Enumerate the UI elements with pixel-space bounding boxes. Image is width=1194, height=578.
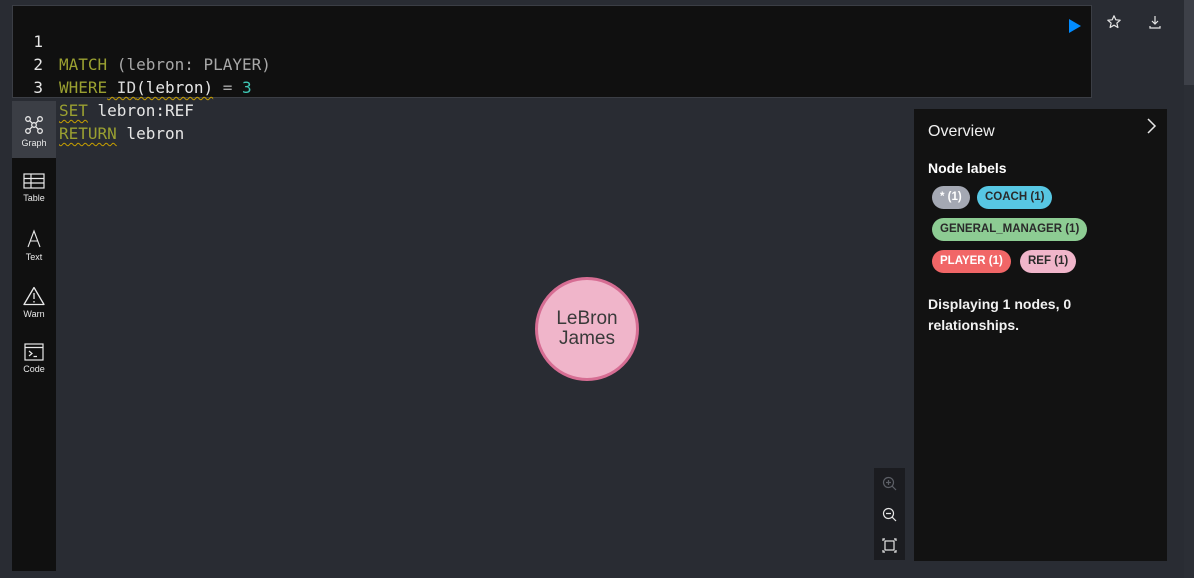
keyword: WHERE — [59, 78, 108, 97]
result-summary: Displaying 1 nodes, 0 relationships. — [928, 296, 1072, 333]
label-chip-general-manager[interactable]: GENERAL_MANAGER (1) — [932, 218, 1088, 241]
code-line: 4 RETURN lebron — [13, 76, 184, 143]
view-tab-label: Table — [23, 193, 45, 203]
code-text: (lebron) — [136, 78, 214, 97]
label-chip-player[interactable]: PLAYER (1) — [932, 250, 1011, 273]
function-name: ID — [107, 78, 137, 97]
view-tab-code[interactable]: Code — [12, 329, 56, 386]
star-icon[interactable] — [1106, 14, 1122, 30]
table-icon — [23, 173, 45, 189]
run-icon[interactable] — [1068, 18, 1082, 34]
operator: = — [213, 78, 243, 97]
view-tab-label: Warn — [23, 309, 45, 319]
view-tab-table[interactable]: Table — [12, 158, 56, 215]
view-tab-label: Graph — [21, 138, 47, 148]
text-icon — [27, 229, 41, 248]
number-literal: 3 — [242, 78, 252, 97]
view-switcher: Graph Table Text Warn Code — [12, 101, 56, 571]
keyword: MATCH — [59, 55, 108, 74]
zoom-controls — [874, 468, 905, 560]
page-edge — [1184, 85, 1194, 578]
view-tab-graph[interactable]: Graph — [12, 101, 56, 158]
graph-icon — [25, 116, 43, 134]
code-line: 1 MATCH (lebron: PLAYER) — [13, 7, 271, 74]
code-icon — [24, 343, 44, 361]
graph-node[interactable]: LeBron James — [535, 277, 639, 381]
code-line: 2 WHERE ID(lebron) = 3 — [13, 30, 251, 97]
download-icon[interactable] — [1147, 14, 1163, 30]
view-tab-text[interactable]: Text — [12, 215, 56, 272]
code-text: (lebron: PLAYER) — [107, 55, 271, 74]
zoom-in-icon[interactable] — [882, 476, 897, 491]
view-tab-label: Code — [23, 364, 45, 374]
scrollbar-track[interactable] — [1184, 0, 1194, 85]
view-tab-label: Text — [25, 252, 43, 262]
warning-icon — [23, 286, 45, 306]
overview-panel: Overview Node labels * (1) COACH (1) GEN… — [914, 109, 1167, 561]
zoom-out-icon[interactable] — [882, 507, 897, 522]
view-tab-warn[interactable]: Warn — [12, 272, 56, 329]
node-labels-heading: Node labels — [928, 160, 1007, 176]
label-chip-coach[interactable]: COACH (1) — [977, 186, 1053, 209]
query-editor[interactable]: 1 MATCH (lebron: PLAYER) 2 WHERE ID(lebr… — [12, 5, 1092, 143]
chevron-right-icon[interactable] — [1145, 117, 1157, 135]
fit-to-screen-icon[interactable] — [882, 538, 897, 553]
label-chip-ref[interactable]: REF (1) — [1020, 250, 1077, 273]
code-line: 3 SET lebron:REF — [13, 53, 194, 120]
overview-title: Overview — [928, 123, 995, 140]
node-caption: LeBron James — [556, 308, 618, 349]
label-chip-all[interactable]: * (1) — [932, 186, 970, 209]
